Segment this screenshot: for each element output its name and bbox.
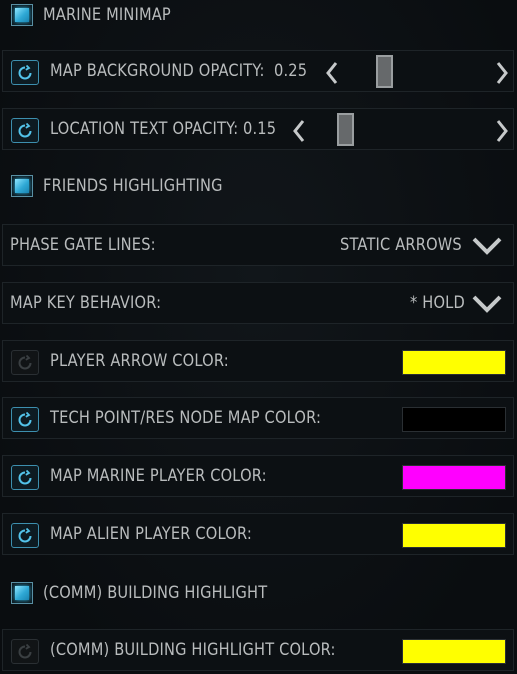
- chevron-right-icon: [496, 120, 508, 142]
- comm-building-highlight-color-swatch[interactable]: [402, 639, 506, 664]
- minimap-options-panel: MARINE MINIMAP MAP BACKGROUND OPACITY: 0…: [0, 0, 517, 674]
- chevron-right-icon: [496, 62, 508, 84]
- reset-comm-building-highlight-color-button: [11, 639, 39, 664]
- location-text-opacity-decrease[interactable]: [289, 118, 309, 144]
- reset-icon: [18, 64, 32, 79]
- friends-highlighting-checkbox[interactable]: [11, 175, 33, 197]
- chevron-down-icon[interactable]: [471, 293, 503, 315]
- phase-gate-lines-value[interactable]: STATIC ARROWS: [340, 235, 462, 255]
- reset-tech-point-color-button[interactable]: [11, 407, 39, 432]
- phase-gate-lines-row[interactable]: PHASE GATE LINES: STATIC ARROWS: [2, 224, 514, 266]
- reset-icon: [18, 122, 32, 137]
- comm-building-highlight-color-row: (COMM) BUILDING HIGHLIGHT COLOR:: [2, 629, 514, 671]
- map-alien-player-color-label: MAP ALIEN PLAYER COLOR:: [50, 524, 252, 544]
- player-arrow-color-swatch[interactable]: [402, 350, 506, 375]
- reset-icon: [18, 527, 32, 542]
- location-text-opacity-label: LOCATION TEXT OPACITY:: [50, 119, 239, 139]
- player-arrow-color-label: PLAYER ARROW COLOR:: [50, 351, 229, 371]
- comm-building-highlight-checkbox[interactable]: [11, 582, 33, 604]
- checkbox-checked-mark: [15, 179, 29, 193]
- checkbox-checked-mark: [15, 8, 29, 22]
- location-text-opacity-value: 0.15: [243, 119, 277, 139]
- comm-building-highlight-row[interactable]: (COMM) BUILDING HIGHLIGHT: [0, 575, 517, 611]
- comm-building-highlight-color-label: (COMM) BUILDING HIGHLIGHT COLOR:: [50, 640, 336, 660]
- map-marine-player-color-row: MAP MARINE PLAYER COLOR:: [2, 455, 514, 497]
- reset-icon: [18, 643, 32, 658]
- map-key-behavior-row[interactable]: MAP KEY BEHAVIOR: * HOLD: [2, 282, 514, 324]
- tech-point-color-label: TECH POINT/RES NODE MAP COLOR:: [50, 408, 322, 428]
- location-text-opacity-row: LOCATION TEXT OPACITY: 0.15: [2, 108, 514, 150]
- reset-player-arrow-color-button: [11, 350, 39, 375]
- comm-building-highlight-label: (COMM) BUILDING HIGHLIGHT: [43, 583, 268, 603]
- reset-icon: [18, 354, 32, 369]
- tech-point-color-row: TECH POINT/RES NODE MAP COLOR:: [2, 397, 514, 439]
- location-text-opacity-slider-thumb[interactable]: [337, 113, 354, 146]
- phase-gate-lines-label: PHASE GATE LINES:: [10, 235, 156, 255]
- map-alien-player-color-swatch[interactable]: [402, 523, 506, 548]
- marine-minimap-label: MARINE MINIMAP: [43, 5, 171, 25]
- map-background-opacity-row: MAP BACKGROUND OPACITY: 0.25: [2, 50, 514, 92]
- location-text-opacity-increase[interactable]: [492, 118, 512, 144]
- map-alien-player-color-row: MAP ALIEN PLAYER COLOR:: [2, 513, 514, 555]
- reset-map-alien-player-color-button[interactable]: [11, 523, 39, 548]
- map-background-opacity-increase[interactable]: [492, 60, 512, 86]
- player-arrow-color-row: PLAYER ARROW COLOR:: [2, 340, 514, 382]
- chevron-down-icon[interactable]: [471, 235, 503, 257]
- map-key-behavior-label: MAP KEY BEHAVIOR:: [10, 293, 162, 313]
- checkbox-checked-mark: [15, 586, 29, 600]
- chevron-left-icon: [293, 120, 305, 142]
- tech-point-color-swatch[interactable]: [402, 407, 506, 432]
- marine-minimap-row[interactable]: MARINE MINIMAP: [0, 0, 517, 33]
- reset-icon: [18, 469, 32, 484]
- reset-location-text-opacity-button[interactable]: [11, 118, 39, 143]
- reset-map-background-opacity-button[interactable]: [11, 60, 39, 85]
- map-marine-player-color-swatch[interactable]: [402, 465, 506, 490]
- map-background-opacity-decrease[interactable]: [322, 60, 342, 86]
- map-background-opacity-value: 0.25: [274, 61, 308, 81]
- map-key-behavior-value[interactable]: * HOLD: [410, 293, 465, 313]
- map-background-opacity-slider-thumb[interactable]: [376, 55, 393, 88]
- friends-highlighting-label: FRIENDS HIGHLIGHTING: [43, 176, 223, 196]
- chevron-left-icon: [326, 62, 338, 84]
- reset-icon: [18, 411, 32, 426]
- reset-map-marine-player-color-button[interactable]: [11, 465, 39, 490]
- map-background-opacity-label: MAP BACKGROUND OPACITY:: [50, 61, 265, 81]
- map-marine-player-color-label: MAP MARINE PLAYER COLOR:: [50, 466, 267, 486]
- marine-minimap-checkbox[interactable]: [11, 4, 33, 26]
- friends-highlighting-row[interactable]: FRIENDS HIGHLIGHTING: [0, 168, 517, 204]
